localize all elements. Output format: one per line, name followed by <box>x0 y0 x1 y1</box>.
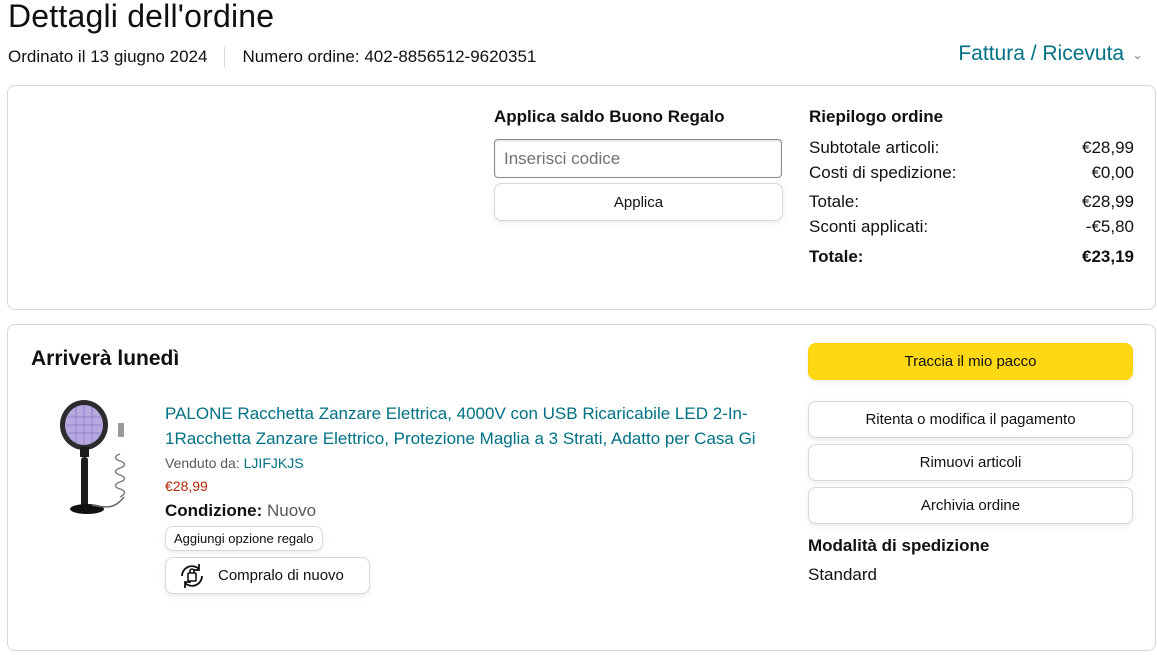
apply-gift-button[interactable]: Applica <box>494 183 783 221</box>
buy-again-icon <box>181 563 203 588</box>
product-info: PALONE Racchetta Zanzare Elettrica, 4000… <box>165 401 775 594</box>
product-title-link[interactable]: PALONE Racchetta Zanzare Elettrica, 4000… <box>165 401 775 451</box>
track-package-button[interactable]: Traccia il mio pacco <box>808 343 1133 380</box>
product-condition: Condizione: Nuovo <box>165 501 775 521</box>
buy-again-label[interactable]: Compralo di nuovo <box>218 567 344 584</box>
divider <box>224 47 226 67</box>
order-number: Numero ordine: 402-8856512-9620351 <box>242 47 537 66</box>
order-actions: Traccia il mio pacco Ritenta o modifica … <box>808 343 1134 585</box>
summary-label: Subtotale articoli: <box>809 138 940 157</box>
summary-value: -€5,80 <box>1085 217 1134 236</box>
order-summary: Riepilogo ordine Subtotale articoli: €28… <box>809 107 1134 269</box>
condition-value: Nuovo <box>267 501 317 520</box>
summary-label: Costi di spedizione: <box>809 163 957 182</box>
payment-summary-card: Applica saldo Buono Regalo Applica Riepi… <box>7 85 1156 310</box>
grand-total-value: €23,19 <box>1082 247 1134 266</box>
summary-value: €28,99 <box>1082 192 1134 211</box>
order-summary-title: Riepilogo ordine <box>809 107 944 126</box>
shipment-card: Arriverà lunedì PALONE Racchetta Zanzare… <box>7 324 1156 651</box>
summary-row-subtotal: Subtotale articoli: €28,99 <box>809 135 1134 160</box>
summary-label: Sconti applicati: <box>809 217 929 236</box>
summary-label: Totale: <box>809 192 860 211</box>
summary-row-grand-total: Totale: €23,19 <box>809 244 1134 269</box>
summary-value: €28,99 <box>1082 138 1134 157</box>
arrival-heading: Arriverà lunedì <box>31 347 180 370</box>
shipping-method-title: Modalità di spedizione <box>808 536 990 555</box>
order-meta: Ordinato il 13 giugno 2024 Numero ordine… <box>8 47 536 67</box>
invoice-dropdown[interactable]: Fattura / Ricevuta ⌄ <box>958 42 1143 66</box>
order-date: Ordinato il 13 giugno 2024 <box>8 47 208 66</box>
product-price: €28,99 <box>165 478 208 494</box>
retry-payment-button[interactable]: Ritenta o modifica il pagamento <box>808 401 1133 438</box>
racket-image[interactable] <box>50 397 140 522</box>
summary-value: €0,00 <box>1091 163 1134 182</box>
summary-row-shipping: Costi di spedizione: €0,00 <box>809 160 1134 185</box>
seller-link[interactable]: LJIFJKJS <box>244 455 304 471</box>
sold-by-label: Venduto da: <box>165 455 240 471</box>
buy-again-button[interactable]: Compralo di nuovo <box>165 557 370 594</box>
page-title: Dettagli dell'ordine <box>8 0 275 34</box>
summary-row-discount: Sconti applicati: -€5,80 <box>809 214 1134 239</box>
gift-code-input[interactable] <box>494 139 782 178</box>
archive-order-button[interactable]: Archivia ordine <box>808 487 1133 524</box>
product-image[interactable] <box>50 397 140 522</box>
chevron-down-icon[interactable]: ⌄ <box>1132 47 1143 63</box>
summary-row-total: Totale: €28,99 <box>809 189 1134 214</box>
gift-card-title: Applica saldo Buono Regalo <box>494 107 725 126</box>
add-gift-option-button[interactable]: Aggiungi opzione regalo <box>165 526 323 551</box>
shipping-method-value: Standard <box>808 565 877 584</box>
condition-label: Condizione: <box>165 501 263 520</box>
grand-total-label: Totale: <box>809 247 864 266</box>
remove-items-button[interactable]: Rimuovi articoli <box>808 444 1133 481</box>
invoice-link[interactable]: Fattura / Ricevuta <box>958 42 1124 66</box>
sold-by: Venduto da: LJIFJKJS <box>165 455 775 471</box>
